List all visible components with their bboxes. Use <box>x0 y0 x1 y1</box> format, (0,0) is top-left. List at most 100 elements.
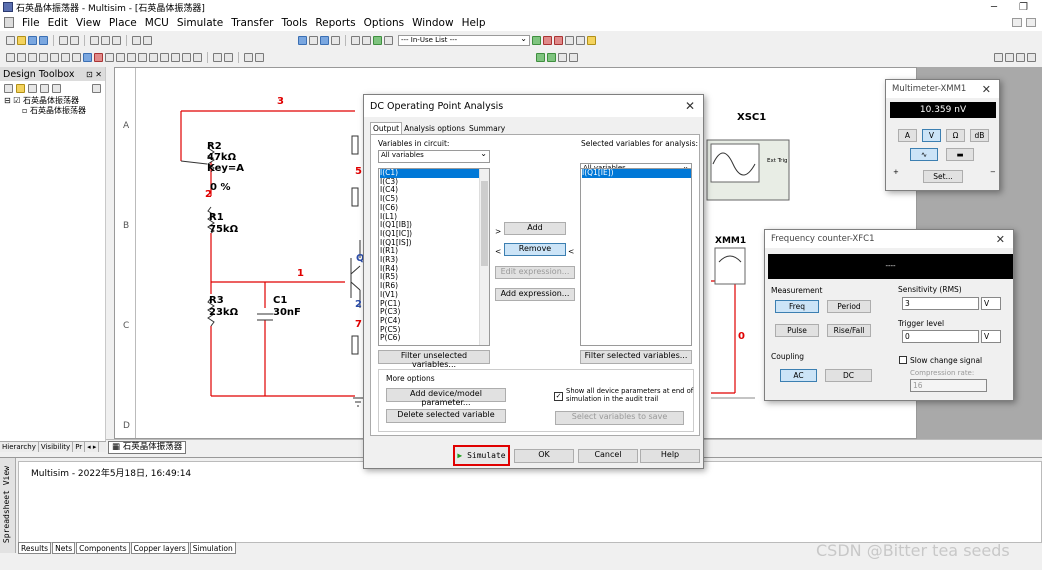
menu-transfer[interactable]: Transfer <box>227 17 277 29</box>
close-icon[interactable]: ✕ <box>685 99 703 113</box>
place-advanced-icon[interactable] <box>138 52 147 62</box>
forward-annotate-icon[interactable] <box>554 35 563 45</box>
results-pane[interactable]: Multisim - 2022年5月18日, 16:49:14 <box>18 461 1042 543</box>
place-basic-icon[interactable] <box>17 52 26 62</box>
add-expression-button[interactable]: Add expression... <box>495 288 575 301</box>
print-icon[interactable] <box>59 35 68 45</box>
decibel-mode-button[interactable]: dB <box>970 129 989 142</box>
junction-icon[interactable] <box>255 52 264 62</box>
place-rf-icon[interactable] <box>149 52 158 62</box>
ammeter-mode-button[interactable]: A <box>898 129 917 142</box>
freq-button[interactable]: Freq <box>775 300 819 313</box>
save-icon[interactable] <box>28 84 37 93</box>
multimeter-set-button[interactable]: Set... <box>923 170 963 183</box>
compression-rate-dropdown[interactable]: 16 <box>910 379 987 392</box>
new-sheet-icon[interactable] <box>40 84 49 93</box>
place-misc-icon[interactable] <box>127 52 136 62</box>
bus-icon[interactable] <box>224 52 233 62</box>
netlist-icon[interactable] <box>384 35 393 45</box>
place-cmos-icon[interactable] <box>72 52 81 62</box>
cancel-button[interactable]: Cancel <box>578 449 638 463</box>
tab-copper-layers[interactable]: Copper layers <box>130 542 189 554</box>
place-transistor-icon[interactable] <box>39 52 48 62</box>
find-icon[interactable] <box>576 35 585 45</box>
menu-view[interactable]: View <box>72 17 105 29</box>
trigger-unit-dropdown[interactable]: V <box>981 330 1001 343</box>
stop-icon[interactable] <box>569 52 578 62</box>
open-icon[interactable] <box>16 84 25 93</box>
filter-selected-button[interactable]: Filter selected variables... <box>580 350 692 364</box>
in-use-list-dropdown[interactable]: --- In-Use List --- <box>398 34 530 46</box>
properties-icon[interactable] <box>52 84 61 93</box>
new-file-icon[interactable] <box>6 35 15 45</box>
tab-project[interactable]: Pr <box>73 442 86 452</box>
place-mcu-icon[interactable] <box>193 52 202 62</box>
zoom-in-icon[interactable] <box>994 52 1003 62</box>
back-annotate-icon[interactable] <box>543 35 552 45</box>
r1-label[interactable]: R1 75kΩ <box>209 212 238 236</box>
tab-scroll-arrows[interactable]: ◂ ▸ <box>85 442 100 452</box>
copy-icon[interactable] <box>101 35 110 45</box>
print-preview-icon[interactable] <box>70 35 79 45</box>
filter-unselected-button[interactable]: Filter unselected variables... <box>378 350 490 369</box>
menu-edit[interactable]: Edit <box>44 17 72 29</box>
sheet-tab[interactable]: ▦ 石英晶体振荡器 <box>108 441 187 454</box>
cut-icon[interactable] <box>90 35 99 45</box>
close-icon[interactable]: ⊡ ✕ <box>86 70 105 79</box>
zoom-fit-icon[interactable] <box>1027 52 1036 62</box>
pulse-button[interactable]: Pulse <box>775 324 819 337</box>
tab-components[interactable]: Components <box>76 542 130 554</box>
open-sample-icon[interactable] <box>28 35 37 45</box>
menu-tools[interactable]: Tools <box>277 17 311 29</box>
place-power-icon[interactable] <box>116 52 125 62</box>
show-all-params-checkbox[interactable]: ✓ <box>554 392 563 401</box>
ohmmeter-mode-button[interactable]: Ω <box>946 129 965 142</box>
dc-coupling-button[interactable]: DC <box>825 369 872 382</box>
tab-nets[interactable]: Nets <box>52 542 76 554</box>
close-icon[interactable]: ✕ <box>982 83 999 96</box>
xsc1-label[interactable]: XSC1 <box>737 112 766 123</box>
menu-window[interactable]: Window <box>408 17 457 29</box>
variables-listbox[interactable]: I(C1) I(C3) I(C4) I(C5) I(C6) I(L1) I(Q1[IB]) I… <box>378 168 490 346</box>
hierarchical-block-icon[interactable] <box>213 52 222 62</box>
tree-root-item[interactable]: ⊟ ☑ 石英晶体振荡器 <box>4 96 105 106</box>
save-icon[interactable] <box>39 35 48 45</box>
place-diode-icon[interactable] <box>28 52 37 62</box>
help-button[interactable]: Help <box>640 449 700 463</box>
dropdown-arrow-icon[interactable] <box>565 35 574 45</box>
add-button[interactable]: Add <box>504 222 566 235</box>
menu-mcu[interactable]: MCU <box>141 17 173 29</box>
child-restore-icon[interactable] <box>1026 18 1036 27</box>
remove-button[interactable]: Remove <box>504 243 566 256</box>
open-folder-icon[interactable] <box>17 35 26 45</box>
ac-coupling-button[interactable]: AC <box>780 369 817 382</box>
wire-icon[interactable] <box>244 52 253 62</box>
dc-line-button[interactable]: ▬ <box>946 148 974 161</box>
restore-icon[interactable]: ❐ <box>1019 2 1028 13</box>
sensitivity-input[interactable]: 3 <box>902 297 979 310</box>
place-source-icon[interactable] <box>6 52 15 62</box>
menu-file[interactable]: File <box>18 17 44 29</box>
xmm1-label[interactable]: XMM1 <box>715 236 746 246</box>
ac-wave-button[interactable]: ∿ <box>910 148 938 161</box>
minimize-icon[interactable]: ─ <box>991 2 997 13</box>
redo-icon[interactable] <box>143 35 152 45</box>
slow-change-checkbox[interactable] <box>899 356 907 364</box>
place-ni-icon[interactable] <box>171 52 180 62</box>
grid-view-icon[interactable] <box>298 35 307 45</box>
simulate-button[interactable]: ▶ Simulate <box>453 445 510 466</box>
postprocessor-icon[interactable] <box>351 35 360 45</box>
menu-options[interactable]: Options <box>360 17 409 29</box>
place-mixed-icon[interactable] <box>94 52 103 62</box>
r2-label[interactable]: R2 47kΩ Key=A <box>207 141 244 174</box>
place-indicator-icon[interactable] <box>105 52 114 62</box>
rise-fall-button[interactable]: Rise/Fall <box>827 324 871 337</box>
tab-hierarchy[interactable]: Hierarchy <box>0 442 39 452</box>
grapher-icon[interactable] <box>373 35 382 45</box>
place-connector-icon[interactable] <box>182 52 191 62</box>
pause-icon[interactable] <box>558 52 567 62</box>
paste-icon[interactable] <box>112 35 121 45</box>
component-wizard-icon[interactable] <box>331 35 340 45</box>
undo-icon[interactable] <box>132 35 141 45</box>
probe-icon[interactable] <box>532 35 541 45</box>
